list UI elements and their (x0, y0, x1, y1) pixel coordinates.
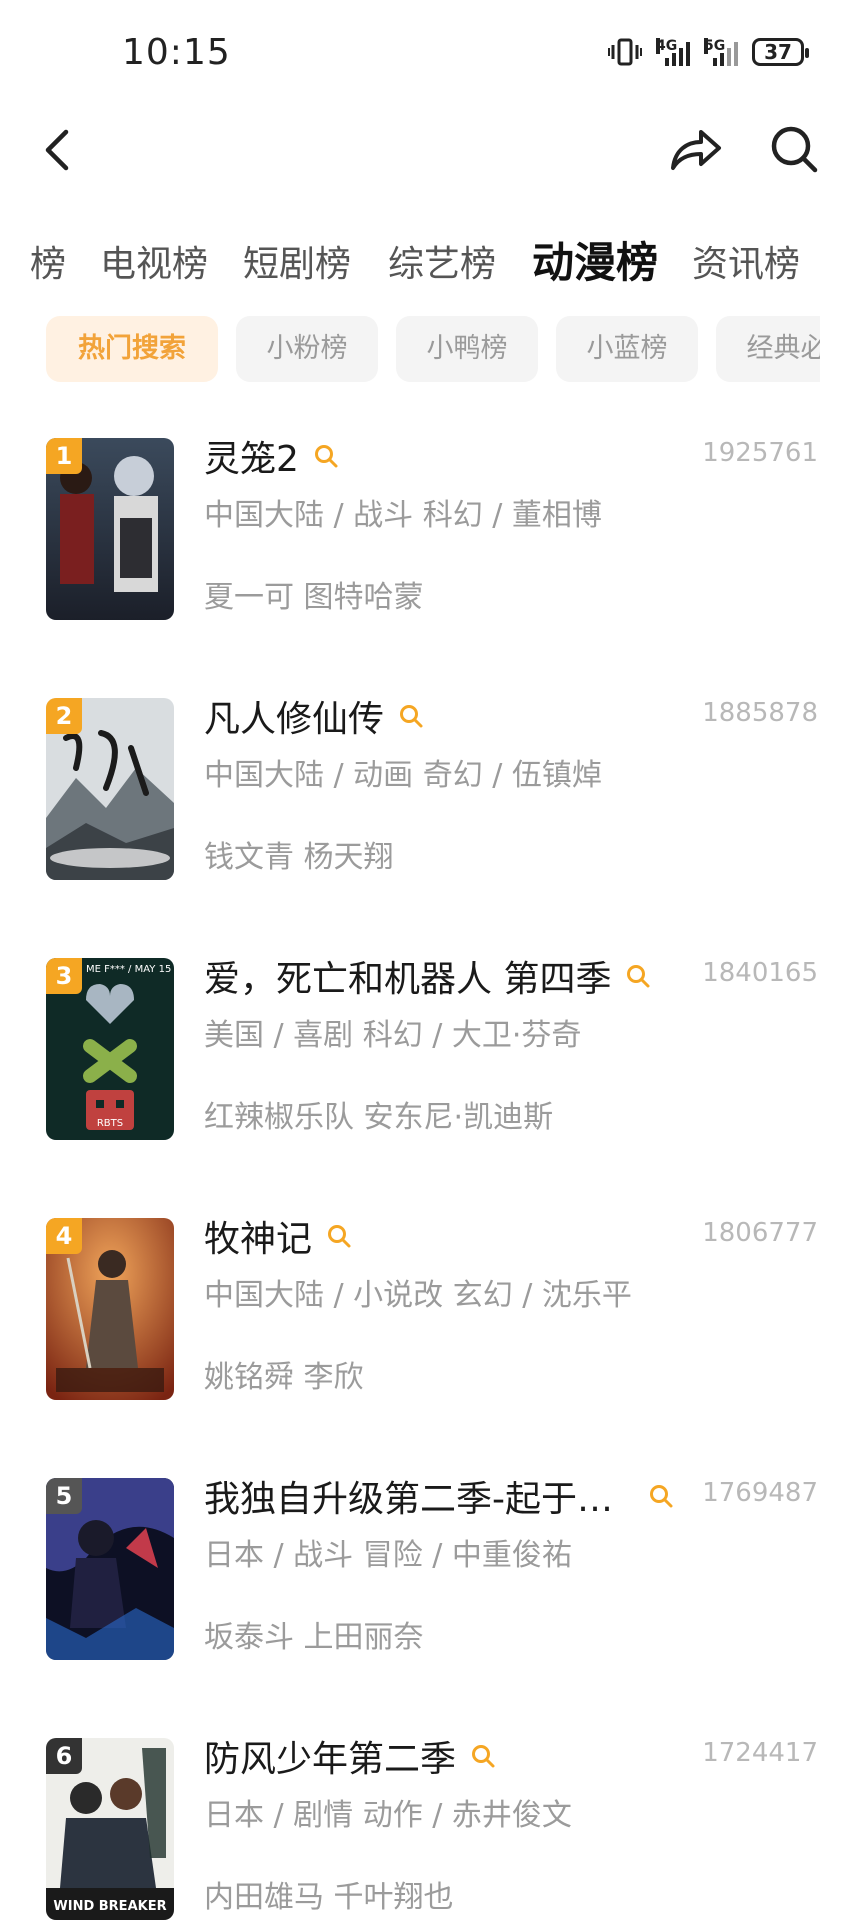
category-tabs: 榜 电视榜 短剧榜 综艺榜 动漫榜 资讯榜 (0, 225, 864, 295)
vibrate-icon (608, 38, 642, 66)
item-title: 我独自升级第二季-起于暗... (204, 1479, 634, 1520)
subtab-pink[interactable]: 小粉榜 (236, 316, 378, 382)
item-title: 爱，死亡和机器人 第四季 (204, 959, 612, 1000)
item-meta: 美国 / 喜剧 科幻 / 大卫·芬奇 (204, 1018, 582, 1053)
subtab-duck[interactable]: 小鸭榜 (396, 316, 538, 382)
item-meta: 中国大陆 / 战斗 科幻 / 董相博 (204, 498, 602, 533)
item-title: 防风少年第二季 (204, 1739, 457, 1780)
item-cast: 姚铭舜 李欣 (204, 1360, 364, 1395)
item-meta: 日本 / 剧情 动作 / 赤井俊文 (204, 1798, 572, 1833)
battery-icon: 37 (752, 38, 809, 66)
item-cast: 红辣椒乐队 安东尼·凯迪斯 (204, 1100, 554, 1135)
item-cast: 内田雄马 千叶翔也 (204, 1880, 454, 1915)
search-icon (771, 126, 818, 173)
item-title: 凡人修仙传 (204, 699, 385, 740)
heat-value: 1840165 (702, 958, 818, 988)
subtab-classic[interactable]: 经典必 (716, 316, 820, 382)
list-item[interactable]: RBTS ME F*** / MAY 15 3 爱，死亡和机器人 第四季 184… (0, 950, 864, 1140)
item-title: 灵笼2 (204, 439, 299, 480)
poster-image: 5 (46, 1478, 174, 1660)
list-item[interactable]: 2 凡人修仙传 1885878 中国大陆 / 动画 奇幻 / 伍镇焯 钱文青 杨… (0, 690, 864, 880)
search-icon[interactable] (470, 1743, 496, 1769)
share-button[interactable] (665, 120, 725, 180)
share-arrow-icon (671, 130, 721, 170)
status-bar: 10:15 4G 5G 37 (0, 0, 864, 110)
search-icon[interactable] (313, 443, 339, 469)
sub-tabs: 热门搜索 小粉榜 小鸭榜 小蓝榜 经典必 (0, 316, 820, 382)
poster-3-header: ME F*** / MAY 15 (86, 964, 171, 975)
rank-badge: 4 (46, 1218, 82, 1254)
poster-3-caption: RBTS (97, 1118, 123, 1129)
item-cast: 坂泰斗 上田丽奈 (204, 1620, 424, 1655)
tab-category-partial[interactable]: 榜 (30, 235, 66, 287)
list-item[interactable]: 5 我独自升级第二季-起于暗... 1769487 日本 / 战斗 冒险 / 中… (0, 1470, 864, 1660)
title-row: 凡人修仙传 (204, 690, 424, 742)
network-label-4g: 4G (656, 38, 678, 54)
title-row: 爱，死亡和机器人 第四季 (204, 950, 651, 1002)
title-row: 防风少年第二季 (204, 1730, 496, 1782)
tab-anime-rank[interactable]: 动漫榜 (532, 229, 658, 290)
poster-image: RBTS ME F*** / MAY 15 3 (46, 958, 174, 1140)
item-cast: 钱文青 杨天翔 (204, 840, 394, 875)
title-row: 灵笼2 (204, 430, 339, 482)
network-label-5g: 5G (704, 38, 726, 54)
heat-value: 1925761 (702, 438, 818, 468)
tab-tv-rank[interactable]: 电视榜 (100, 235, 208, 287)
top-nav (0, 110, 864, 220)
back-button[interactable] (30, 120, 90, 180)
item-meta: 中国大陆 / 动画 奇幻 / 伍镇焯 (204, 758, 602, 793)
item-meta: 日本 / 战斗 冒险 / 中重俊祐 (204, 1538, 572, 1573)
subtab-hot-search[interactable]: 热门搜索 (46, 316, 218, 382)
search-button[interactable] (765, 120, 825, 180)
signal-5g-icon: 5G (704, 38, 738, 66)
search-icon[interactable] (398, 703, 424, 729)
poster-image: 4 (46, 1218, 174, 1400)
poster-image: 2 (46, 698, 174, 880)
item-cast: 夏一可 图特哈蒙 (204, 580, 424, 615)
chevron-left-icon (45, 129, 69, 171)
item-title: 牧神记 (204, 1219, 313, 1260)
search-icon[interactable] (625, 963, 651, 989)
subtab-blue[interactable]: 小蓝榜 (556, 316, 698, 382)
heat-value: 1769487 (702, 1478, 818, 1508)
tab-variety-rank[interactable]: 综艺榜 (388, 235, 496, 287)
list-item[interactable]: WIND BREAKER 6 防风少年第二季 1724417 日本 / 剧情 动… (0, 1730, 864, 1920)
search-icon[interactable] (326, 1223, 352, 1249)
signal-4g-icon: 4G (656, 38, 690, 66)
rank-badge: 2 (46, 698, 82, 734)
status-icons: 4G 5G 37 (608, 38, 809, 66)
heat-value: 1724417 (702, 1738, 818, 1768)
rank-badge: 1 (46, 438, 82, 474)
tab-news-rank[interactable]: 资讯榜 (692, 235, 800, 287)
search-icon[interactable] (648, 1483, 674, 1509)
poster-image: WIND BREAKER 6 (46, 1738, 174, 1920)
list-item[interactable]: 4 牧神记 1806777 中国大陆 / 小说改 玄幻 / 沈乐平 姚铭舜 李欣 (0, 1210, 864, 1400)
heat-value: 1885878 (702, 698, 818, 728)
list-item[interactable]: 1 灵笼2 1925761 中国大陆 / 战斗 科幻 / 董相博 夏一可 图特哈… (0, 430, 864, 620)
rank-badge: 5 (46, 1478, 82, 1514)
rank-badge: 6 (46, 1738, 82, 1774)
title-row: 牧神记 (204, 1210, 352, 1262)
poster-6-title: WIND BREAKER (53, 1899, 166, 1914)
title-row: 我独自升级第二季-起于暗... (204, 1470, 674, 1522)
rank-badge: 3 (46, 958, 82, 994)
status-time: 10:15 (122, 32, 231, 73)
item-meta: 中国大陆 / 小说改 玄幻 / 沈乐平 (204, 1278, 632, 1313)
heat-value: 1806777 (702, 1218, 818, 1248)
tab-short-drama-rank[interactable]: 短剧榜 (243, 235, 351, 287)
poster-image: 1 (46, 438, 174, 620)
